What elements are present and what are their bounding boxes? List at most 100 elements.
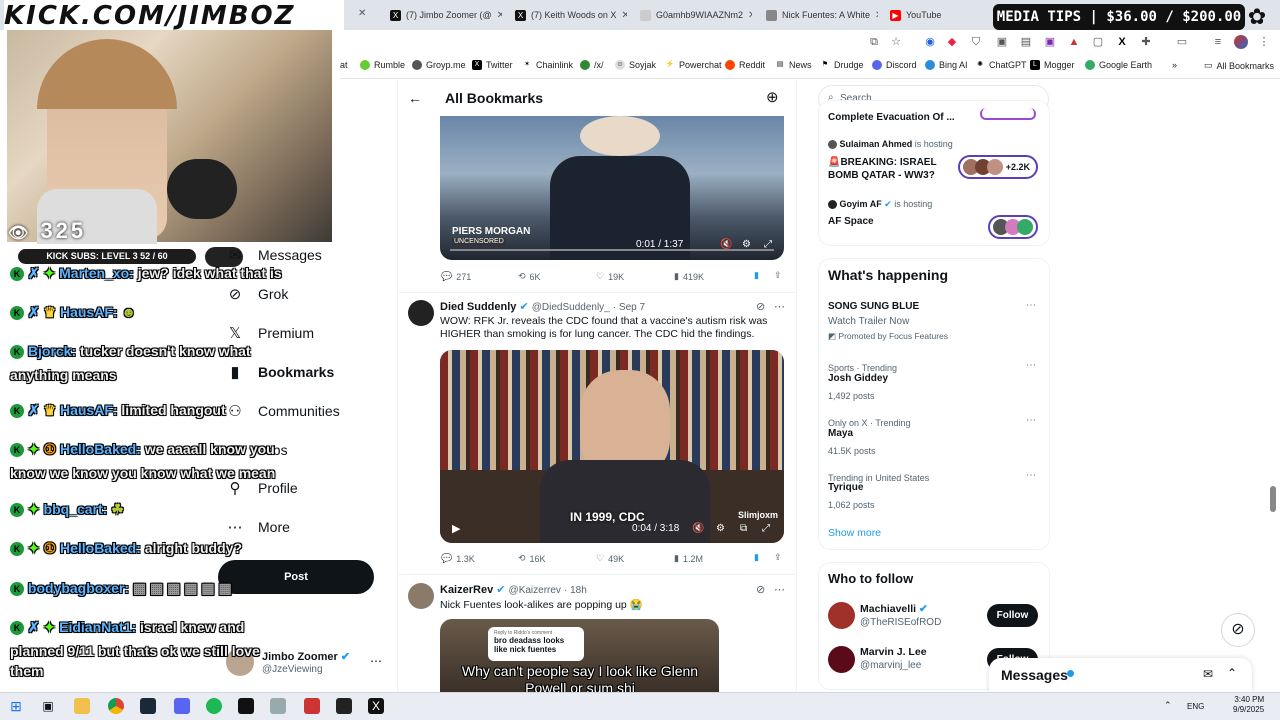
space-title[interactable]: Complete Evacuation Of ... bbox=[828, 112, 955, 123]
more-icon[interactable]: ⋯ bbox=[370, 654, 382, 668]
grok-icon[interactable]: ⊘ bbox=[756, 583, 765, 596]
share-icon[interactable]: ⇪ bbox=[774, 270, 782, 281]
fullscreen-icon[interactable]: ⤢ bbox=[762, 523, 770, 534]
settings-icon[interactable]: ⚙ bbox=[742, 239, 751, 250]
task-view-icon[interactable]: ▣ bbox=[40, 698, 56, 714]
browser-tab[interactable]: X (7) Keith Woods on X ✕ bbox=[509, 4, 627, 26]
app-icon[interactable] bbox=[336, 698, 352, 714]
video-player[interactable]: PIERS MORGAN UNCENSORED 0:01 / 1:37 🔇 ⚙ … bbox=[440, 116, 784, 260]
back-arrow-icon[interactable]: ← bbox=[408, 90, 422, 106]
avatar[interactable] bbox=[828, 602, 855, 629]
x-icon[interactable]: X bbox=[1116, 36, 1128, 48]
bookmark-item[interactable]: ⚑ Drudge bbox=[820, 60, 864, 70]
bookmark-icon[interactable]: ▮ bbox=[754, 552, 759, 563]
bookmark-item[interactable]: Groyp.me bbox=[412, 60, 466, 70]
close-icon[interactable]: ✕ bbox=[358, 8, 366, 19]
kebab-menu-icon[interactable]: ⋮ bbox=[1258, 36, 1270, 48]
shield-icon[interactable]: ⛉ bbox=[970, 36, 982, 48]
more-icon[interactable]: ⋯ bbox=[774, 583, 785, 596]
avatar[interactable] bbox=[408, 583, 434, 609]
extension-icon[interactable]: ▢ bbox=[1092, 36, 1104, 48]
app-icon[interactable] bbox=[304, 698, 320, 714]
star-icon[interactable]: ☆ bbox=[890, 36, 902, 48]
video-player[interactable]: Reply to Riddo's comment bro deadass loo… bbox=[440, 619, 719, 692]
space-title[interactable]: AF Space bbox=[828, 216, 874, 227]
space-host[interactable]: Goyim AF ✔ is hosting bbox=[828, 199, 932, 210]
chevron-up-icon[interactable]: ⌃ bbox=[1227, 666, 1237, 680]
views-button[interactable]: ▮ 1.2M bbox=[674, 553, 703, 564]
sidepanel-icon[interactable]: ▭ bbox=[1176, 36, 1188, 48]
close-icon[interactable]: ✕ bbox=[748, 10, 752, 21]
bookmark-item[interactable]: ✶ Chainlink bbox=[522, 60, 573, 70]
browser-tab[interactable]: G0amhb9WIAAZNm2 ✕ bbox=[634, 4, 752, 26]
bookmark-item[interactable]: L Mogger bbox=[1030, 60, 1075, 70]
bookmark-item[interactable]: at bbox=[340, 60, 348, 70]
views-button[interactable]: ▮ 419K bbox=[674, 271, 704, 282]
clock[interactable]: 3:40 PM 9/9/2025 bbox=[1233, 695, 1264, 715]
bookmark-item[interactable]: ☺ Soyjak bbox=[615, 60, 656, 70]
reply-button[interactable]: 💬 1.3K bbox=[441, 553, 475, 564]
bookmark-item[interactable]: ⚡ Powerchat bbox=[665, 60, 722, 70]
spotify-icon[interactable] bbox=[206, 698, 222, 714]
avatar[interactable] bbox=[1234, 35, 1248, 49]
repost-button[interactable]: ⟲ 6K bbox=[518, 271, 541, 282]
show-more-link[interactable]: Show more bbox=[828, 527, 881, 539]
like-button[interactable]: ♡ 19K bbox=[596, 271, 624, 282]
language-indicator[interactable]: ENG bbox=[1187, 702, 1204, 711]
video-player[interactable]: IN 1999, CDC Slimjoxm ▶ 0:04 / 3:18 🔇 ⚙ … bbox=[440, 350, 784, 543]
space-listeners[interactable]: +2.2K bbox=[958, 155, 1038, 179]
space-title[interactable]: 🚨BREAKING: ISRAEL BOMB QATAR - WW3? bbox=[828, 156, 948, 182]
x-icon[interactable]: X bbox=[368, 698, 384, 714]
close-icon[interactable]: ✕ bbox=[621, 10, 627, 21]
chevron-up-icon[interactable]: ⌃ bbox=[1164, 700, 1172, 711]
chrome-icon[interactable] bbox=[108, 698, 124, 714]
add-bookmark-icon[interactable]: ⊕ bbox=[766, 88, 779, 106]
sidebar-item-communities[interactable]: ⚇ Communities bbox=[226, 402, 339, 420]
grok-icon[interactable]: ⊘ bbox=[756, 300, 765, 313]
steam-icon[interactable] bbox=[140, 698, 156, 714]
more-icon[interactable]: ⋯ bbox=[1026, 415, 1036, 426]
bookmark-item[interactable]: Bing AI bbox=[925, 60, 968, 70]
follow-button[interactable]: Follow bbox=[987, 604, 1038, 627]
avatar[interactable] bbox=[828, 646, 855, 673]
reply-button[interactable]: 💬 271 bbox=[441, 271, 471, 282]
settings-icon[interactable]: ⚙ bbox=[716, 523, 725, 534]
author-name[interactable]: Died Suddenly bbox=[440, 301, 516, 313]
extension-icon[interactable]: ◉ bbox=[924, 36, 936, 48]
account-name[interactable]: Jimbo Zoomer ✔ bbox=[262, 650, 350, 663]
kick-icon[interactable] bbox=[238, 698, 254, 714]
windows-start-icon[interactable]: ⊞ bbox=[8, 698, 24, 714]
trend-title[interactable]: Tyrique bbox=[828, 482, 863, 493]
discord-icon[interactable] bbox=[174, 698, 190, 714]
repost-button[interactable]: ⟲ 16K bbox=[518, 553, 546, 564]
space-host[interactable]: Sulaiman Ahmed is hosting bbox=[828, 139, 953, 150]
bookmark-item[interactable]: ✺ ChatGPT bbox=[975, 60, 1027, 70]
post-button[interactable]: Post bbox=[218, 560, 374, 594]
share-icon[interactable]: ⇪ bbox=[774, 552, 782, 563]
bookmark-item[interactable]: ▤ News bbox=[775, 60, 812, 70]
install-icon[interactable]: ⧉ bbox=[868, 36, 880, 48]
space-listeners[interactable] bbox=[988, 215, 1038, 239]
bookmark-item[interactable]: Reddit bbox=[725, 60, 765, 70]
extension-icon[interactable]: ▣ bbox=[1044, 36, 1056, 48]
browser-tab[interactable]: Nick Fuentes: A White ✕ bbox=[760, 4, 878, 26]
extension-icon[interactable]: ◆ bbox=[946, 36, 958, 48]
grok-icon[interactable]: ⊘ bbox=[1221, 613, 1255, 647]
extension-icon[interactable]: ▣ bbox=[996, 36, 1008, 48]
bookmark-item[interactable]: Rumble bbox=[360, 60, 405, 70]
trend-title[interactable]: SONG SUNG BLUE bbox=[828, 301, 919, 312]
more-icon[interactable]: ⋯ bbox=[774, 300, 785, 313]
sidebar-item-more[interactable]: ⋯ More bbox=[226, 518, 290, 536]
volume-icon[interactable]: 🔇 bbox=[692, 523, 704, 534]
compose-message-icon[interactable]: ✉ bbox=[1203, 667, 1213, 681]
extension-icon[interactable]: ▤ bbox=[1020, 36, 1032, 48]
more-icon[interactable]: ⋯ bbox=[1026, 470, 1036, 481]
more-icon[interactable]: ⋯ bbox=[1026, 360, 1036, 371]
volume-icon[interactable]: 🔇 bbox=[720, 239, 732, 250]
file-explorer-icon[interactable] bbox=[74, 698, 90, 714]
close-icon[interactable]: ✕ bbox=[497, 10, 502, 21]
scrollbar-thumb[interactable] bbox=[1270, 486, 1276, 512]
author-name[interactable]: KaizerRev bbox=[440, 584, 493, 596]
bookmark-item[interactable]: /x/ bbox=[580, 60, 604, 70]
browser-tab[interactable]: X (7) Jimbo Zoomer (@ ✕ bbox=[384, 4, 502, 26]
